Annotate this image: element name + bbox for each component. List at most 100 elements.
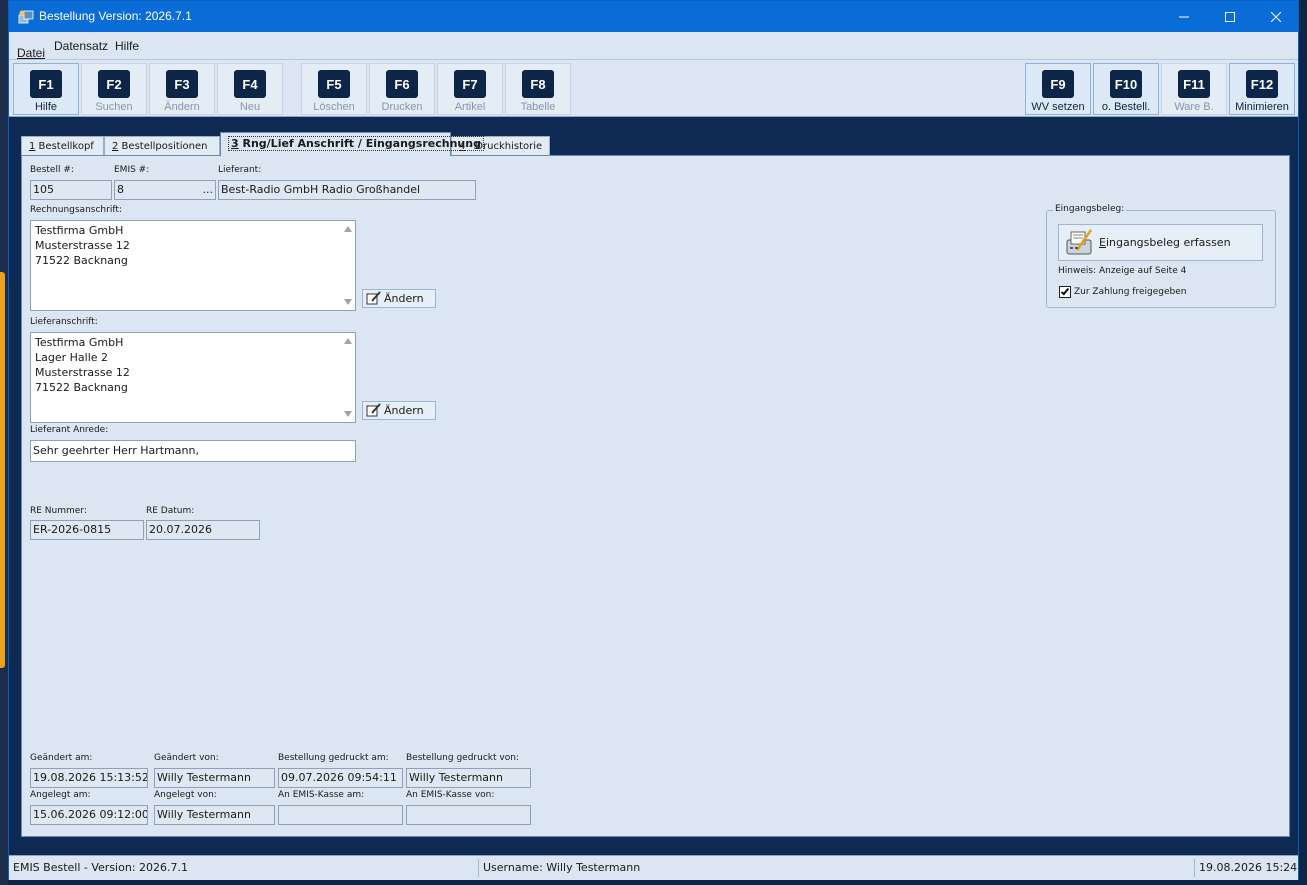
emis-value: 8: [117, 183, 124, 196]
zahlung-freigegeben-checkbox[interactable]: [1059, 286, 1071, 298]
minimize-icon: [1179, 16, 1189, 17]
rechnung-memo[interactable]: Testfirma GmbH Musterstrasse 12 71522 Ba…: [30, 220, 356, 311]
geaendert-am-field[interactable]: 19.08.2026 15:13:52: [30, 768, 148, 788]
angelegt-von-label: Angelegt von:: [154, 790, 217, 800]
f1-hilfe-button[interactable]: F1 Hilfe: [13, 63, 79, 115]
emis-lookup-button[interactable]: ...: [203, 181, 214, 199]
f12-key: F12: [1246, 70, 1278, 98]
tab-rng-lief-num: 3: [231, 137, 239, 150]
zahlung-freigegeben-label: Zur Zahlung freigegeben: [1074, 287, 1187, 297]
lieferant-label: Lieferant:: [218, 165, 262, 175]
minimize-button[interactable]: [1161, 1, 1207, 32]
bestell-field[interactable]: 105: [30, 180, 112, 200]
re-datum-field[interactable]: 20.07.2026: [146, 520, 260, 540]
liefer-memo[interactable]: Testfirma GmbH Lager Halle 2 Musterstras…: [30, 332, 356, 423]
eingangsbeleg-group-title: Eingangsbeleg:: [1053, 204, 1127, 214]
anrede-input[interactable]: Sehr geehrter Herr Hartmann,: [30, 440, 356, 462]
liefer-line: Musterstrasse 12: [35, 366, 130, 379]
menu-hilfe[interactable]: Hilfe: [115, 39, 139, 53]
document-register-icon: [1066, 228, 1093, 254]
kasse-von-field[interactable]: [406, 805, 531, 825]
rechnung-line: 71522 Backnang: [35, 254, 128, 267]
kasse-von-label: An EMIS-Kasse von:: [406, 790, 495, 800]
f11-ware-button[interactable]: F11 Ware B.: [1161, 63, 1227, 115]
gedruckt-von-label: Bestellung gedruckt von:: [406, 753, 519, 763]
geaendert-von-label: Geändert von:: [154, 753, 219, 763]
desktop-accent: [0, 272, 5, 668]
liefer-aendern-button[interactable]: Ändern: [362, 401, 436, 420]
tab-bestellpositionen[interactable]: 2 Bestellpositionen: [104, 136, 220, 156]
f7-artikel-button[interactable]: F7 Artikel: [437, 63, 503, 115]
f4-key: F4: [234, 70, 266, 98]
f10-label: o. Bestell.: [1101, 101, 1151, 113]
liefer-label: Lieferanschrift:: [30, 317, 98, 327]
geaendert-am-label: Geändert am:: [30, 753, 93, 763]
gedruckt-am-label: Bestellung gedruckt am:: [278, 753, 389, 763]
bestell-label: Bestell #:: [30, 165, 74, 175]
f8-label: Tabelle: [520, 101, 556, 113]
f8-key: F8: [522, 70, 554, 98]
tab-bestellkopf[interactable]: 1 Bestellkopf: [21, 136, 104, 156]
eingangsbeleg-hint: Hinweis: Anzeige auf Seite 4: [1058, 266, 1187, 276]
menu-datensatz[interactable]: Datensatz: [54, 39, 108, 53]
f3-aendern-button[interactable]: F3 Ändern: [149, 63, 215, 115]
tab-bestellkopf-label: Bestellkopf: [35, 141, 94, 152]
scroll-down-icon[interactable]: [344, 411, 352, 417]
f2-suchen-button[interactable]: F2 Suchen: [81, 63, 147, 115]
kasse-am-field[interactable]: [278, 805, 403, 825]
f3-key: F3: [166, 70, 198, 98]
f11-key: F11: [1178, 70, 1210, 98]
rechnung-aendern-label: Ändern: [384, 292, 424, 305]
f7-key: F7: [454, 70, 486, 98]
gedruckt-am-field[interactable]: 09.07.2026 09:54:11: [278, 768, 403, 788]
eingangsbeleg-button-text: ingangsbeleg erfassen: [1105, 236, 1231, 249]
liefer-scrollbar[interactable]: [341, 333, 355, 422]
f9-wv-setzen-button[interactable]: F9 WV setzen: [1025, 63, 1091, 115]
tab-bestellpositionen-label: Bestellpositionen: [118, 141, 208, 152]
eingangsbeleg-button-label: Eingangsbeleg erfassen: [1099, 236, 1231, 249]
scroll-up-icon[interactable]: [344, 338, 352, 344]
close-button[interactable]: [1253, 1, 1299, 32]
rechnung-aendern-button[interactable]: Ändern: [362, 289, 436, 308]
maximize-button[interactable]: [1207, 1, 1253, 32]
liefer-line: Lager Halle 2: [35, 351, 109, 364]
kasse-am-label: An EMIS-Kasse am:: [278, 790, 365, 800]
tab-panel: Bestell #: 105 EMIS #: 8 ... Lieferant: …: [21, 155, 1290, 837]
eingangsbeleg-group: Eingangsbeleg: Eingangsbeleg erfassen Hi…: [1046, 204, 1276, 308]
anrede-label: Lieferant Anrede:: [30, 425, 109, 435]
tab-rng-lief-anschrift[interactable]: 3 Rng/Lief Anschrift / Eingangsrechnung: [220, 132, 484, 156]
f1-key: F1: [30, 70, 62, 98]
re-nummer-field[interactable]: ER-2026-0815: [30, 520, 144, 540]
f5-key: F5: [318, 70, 350, 98]
gedruckt-von-field[interactable]: Willy Testermann: [406, 768, 531, 788]
f7-label: Artikel: [454, 101, 486, 113]
f5-label: Löschen: [313, 101, 355, 113]
rechnung-scrollbar[interactable]: [341, 221, 355, 310]
f12-minimieren-button[interactable]: F12 Minimieren: [1229, 63, 1295, 115]
eingangsbeleg-erfassen-button[interactable]: Eingangsbeleg erfassen: [1058, 224, 1263, 261]
liefer-line: 71522 Backnang: [35, 381, 128, 394]
f2-key: F2: [98, 70, 130, 98]
angelegt-von-field[interactable]: Willy Testermann: [154, 805, 275, 825]
close-icon: [1271, 11, 1281, 22]
lieferant-field[interactable]: Best-Radio GmbH Radio Großhandel: [218, 180, 476, 200]
status-datetime: 19.08.2026 15:24: [1199, 861, 1298, 874]
f2-label: Suchen: [95, 101, 133, 113]
scroll-up-icon[interactable]: [344, 226, 352, 232]
angelegt-am-label: Angelegt am:: [30, 790, 91, 800]
checkmark-icon: [1060, 286, 1070, 296]
f8-tabelle-button[interactable]: F8 Tabelle: [505, 63, 571, 115]
angelegt-am-field[interactable]: 15.06.2026 09:12:00: [30, 805, 148, 825]
f4-neu-button[interactable]: F4 Neu: [217, 63, 283, 115]
f6-drucken-button[interactable]: F6 Drucken: [369, 63, 435, 115]
geaendert-von-field[interactable]: Willy Testermann: [154, 768, 275, 788]
emis-field[interactable]: 8 ...: [114, 180, 216, 200]
title-bar[interactable]: Bestellung Version: 2026.7.1: [9, 1, 1298, 32]
f10-ohne-bestell-button[interactable]: F10 o. Bestell.: [1093, 63, 1159, 115]
f10-key: F10: [1110, 70, 1142, 98]
edit-icon: [366, 403, 381, 417]
f5-loeschen-button[interactable]: F5 Löschen: [301, 63, 367, 115]
scroll-down-icon[interactable]: [344, 299, 352, 305]
tab-focus-rect: 3 Rng/Lief Anschrift / Eingangsrechnung: [228, 136, 484, 151]
eingangsbeleg-button-hotkey: E: [1099, 236, 1106, 249]
